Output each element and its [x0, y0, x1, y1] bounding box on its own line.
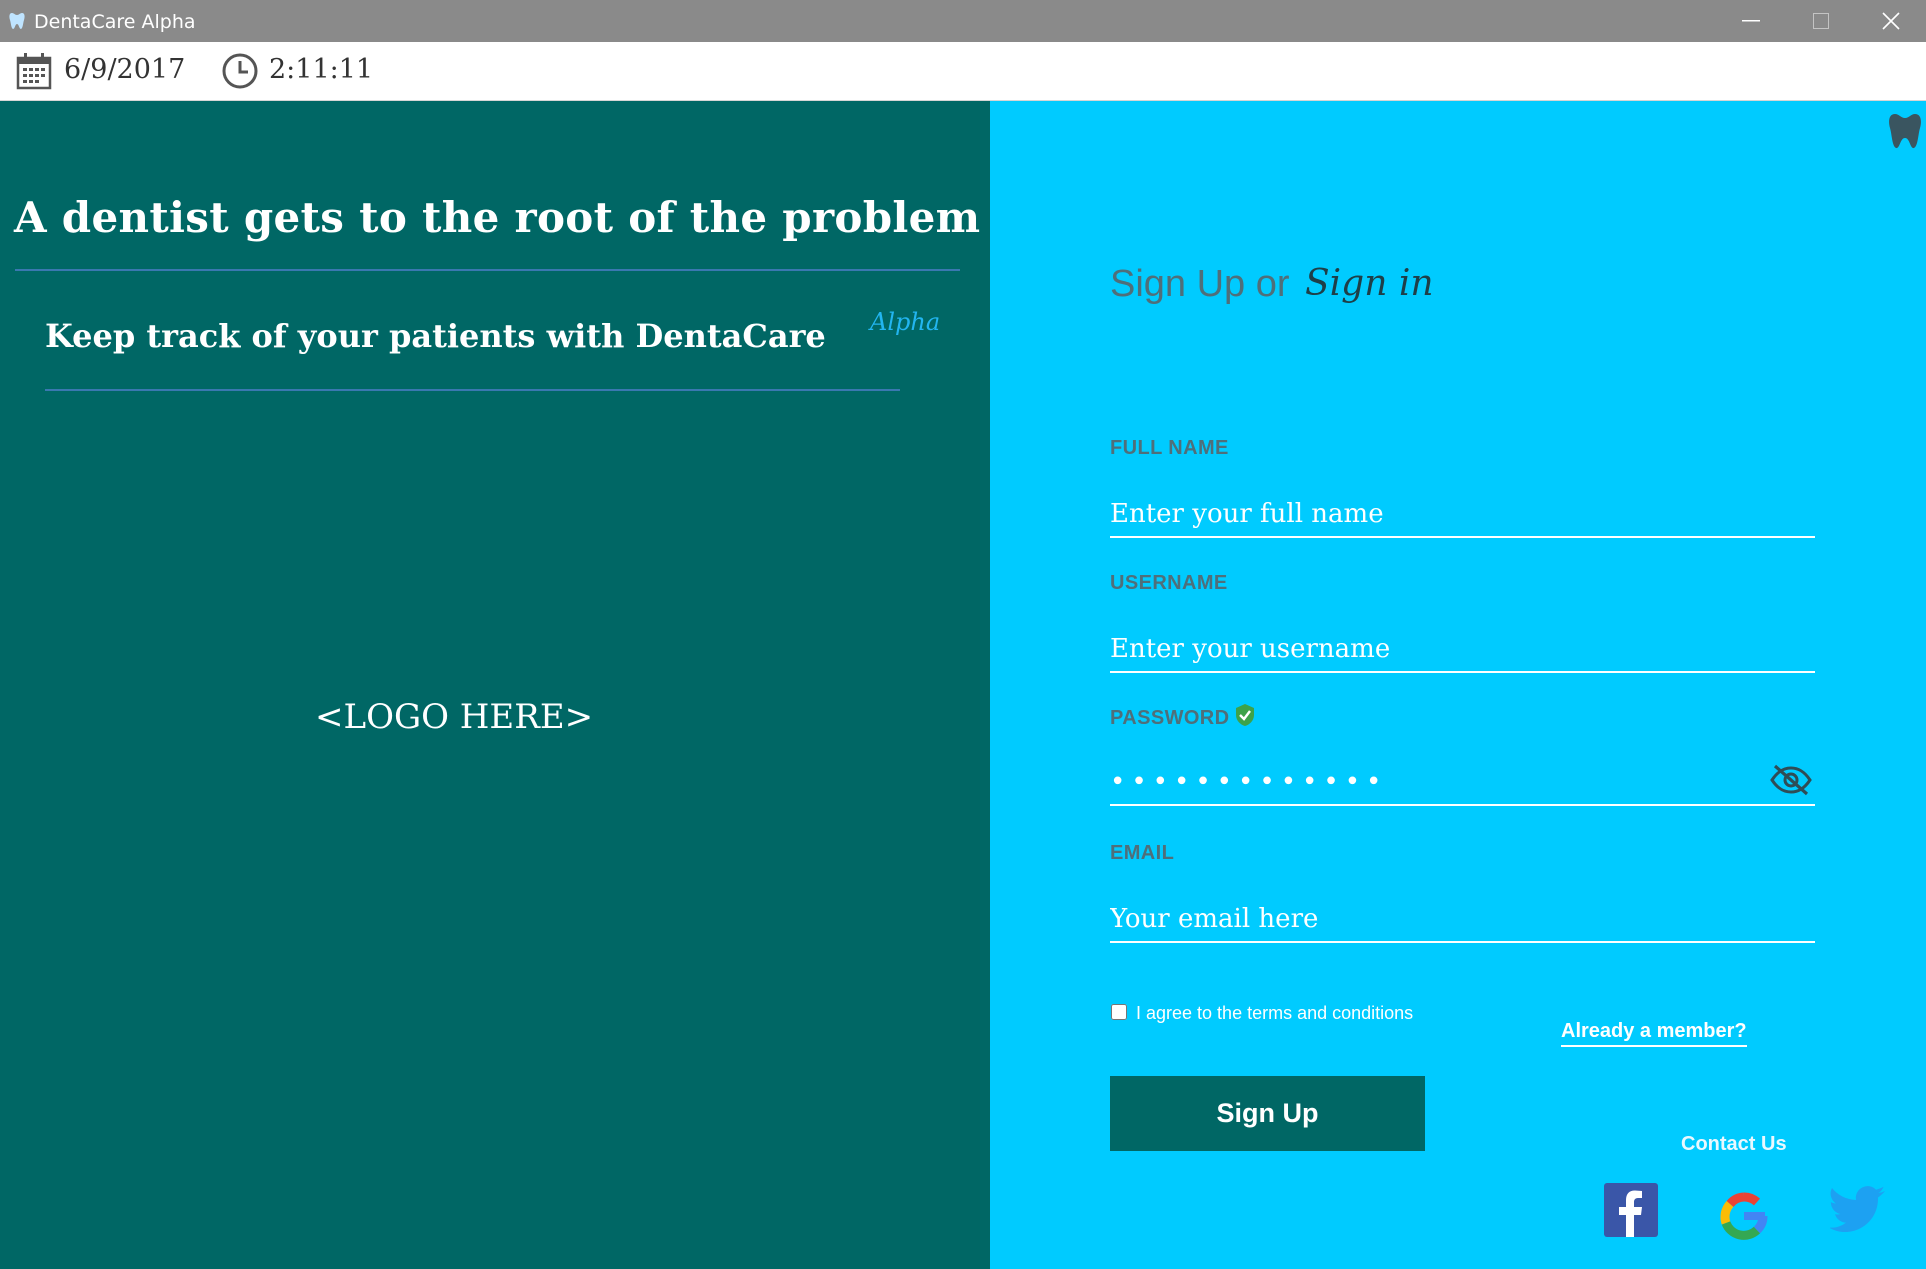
promo-panel — [0, 101, 990, 1269]
email-label: EMAIL — [1110, 842, 1175, 864]
maximize-button[interactable] — [1786, 0, 1856, 42]
contact-us-label: Contact Us — [1681, 1133, 1787, 1155]
username-label: USERNAME — [1110, 572, 1228, 594]
fullname-input[interactable] — [1110, 492, 1815, 538]
tagline: Keep track of your patients with DentaCa… — [45, 317, 826, 355]
headline: A dentist gets to the root of the proble… — [14, 193, 981, 242]
window-title: DentaCare Alpha — [34, 11, 196, 33]
signup-button[interactable]: Sign Up — [1110, 1076, 1425, 1151]
fullname-label: FULL NAME — [1110, 437, 1229, 459]
password-input[interactable] — [1110, 760, 1815, 806]
eye-slash-icon[interactable] — [1769, 762, 1813, 803]
logo-placeholder: <LOGO HERE> — [315, 697, 594, 737]
title-bar: DentaCare Alpha — [0, 0, 1926, 42]
calendar-icon — [16, 52, 52, 95]
shield-check-icon — [1234, 703, 1256, 732]
username-input[interactable] — [1110, 627, 1815, 673]
terms-label[interactable]: I agree to the terms and conditions — [1136, 1003, 1413, 1024]
clock-icon — [221, 52, 259, 95]
facebook-icon[interactable] — [1604, 1183, 1658, 1242]
tagline-divider — [45, 389, 900, 391]
alpha-badge: Alpha — [870, 308, 941, 336]
minimize-button[interactable] — [1716, 0, 1786, 42]
already-member-link[interactable]: Already a member? — [1561, 1020, 1747, 1047]
close-button[interactable] — [1856, 0, 1926, 42]
google-icon[interactable] — [1713, 1185, 1775, 1252]
current-date: 6/9/2017 — [64, 54, 186, 85]
password-label: PASSWORD — [1110, 707, 1230, 729]
current-time: 2:11:11 — [269, 54, 374, 85]
terms-checkbox[interactable] — [1111, 1004, 1127, 1020]
datetime-bar: 6/9/2017 2:11:11 — [0, 42, 1926, 101]
headline-divider — [15, 269, 960, 271]
signin-link[interactable]: Sign in — [1305, 263, 1434, 304]
email-input[interactable] — [1110, 897, 1815, 943]
tooth-icon — [1888, 112, 1922, 155]
tooth-app-icon — [9, 12, 25, 35]
signup-heading: Sign Up or — [1110, 263, 1290, 305]
twitter-icon[interactable] — [1829, 1186, 1886, 1237]
